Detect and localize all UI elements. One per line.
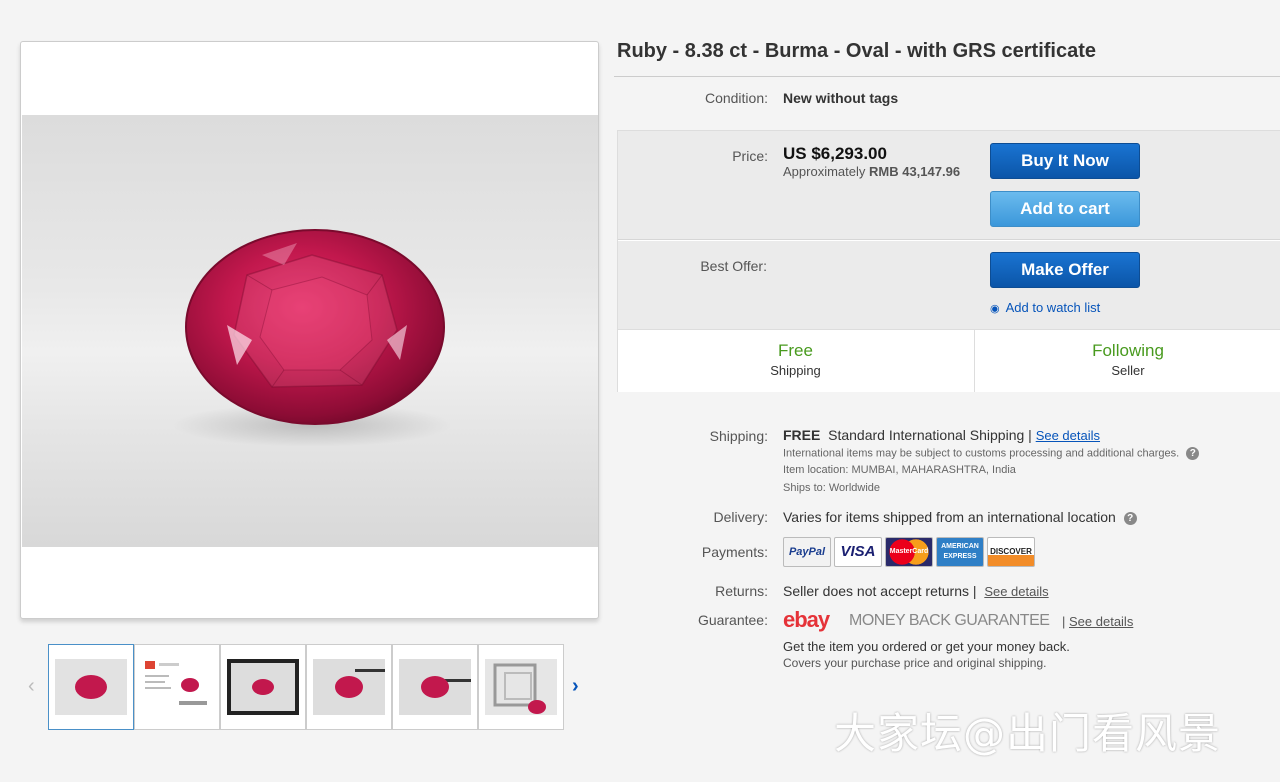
ebay-logo: ebay	[783, 607, 830, 633]
shipping-following-bar: Free Shipping Following Seller	[618, 329, 1280, 392]
following-label: Following	[1092, 341, 1164, 360]
help-icon[interactable]: ?	[1123, 511, 1137, 525]
best-offer-label: Best Offer:	[700, 258, 767, 274]
shipping-free: FREE	[783, 427, 821, 443]
delivery-label: Delivery:	[713, 509, 768, 525]
guarantee-link-row: | See details	[1062, 614, 1134, 629]
ruby-photo[interactable]	[22, 115, 598, 547]
payments-label: Payments:	[701, 544, 768, 560]
money-back-guarantee: MONEY BACK GUARANTEE	[849, 612, 1050, 629]
buy-it-now-button[interactable]: Buy It Now	[990, 143, 1140, 179]
shipping-see-details-link[interactable]: See details	[1036, 428, 1100, 443]
thumbnail-2-certificate[interactable]	[134, 644, 220, 730]
guarantee-line-1: Get the item you ordered or get your mon…	[783, 639, 1070, 654]
guarantee-see-details-link[interactable]: See details	[1069, 614, 1133, 629]
price-value: US $6,293.00	[783, 144, 887, 163]
thumbnail-5[interactable]	[392, 644, 478, 730]
returns-value: Seller does not accept returns |	[783, 583, 977, 599]
seller-sublabel: Seller	[1111, 363, 1145, 378]
thumbnail-prev-arrow-icon[interactable]: ‹	[28, 676, 35, 696]
eye-icon: ◉	[990, 303, 1000, 315]
forum-watermark: 大家坛@出门看风景	[834, 709, 1222, 758]
watch-list-label[interactable]: Add to watch list	[1006, 300, 1101, 315]
discover-logo: DISCOVER	[987, 537, 1035, 567]
guarantee-line-2: Covers your purchase price and original …	[783, 656, 1047, 670]
delivery-value-row: Varies for items shipped from an interna…	[783, 509, 1137, 525]
returns-see-details-link[interactable]: See details	[984, 584, 1048, 599]
shipping-label: Shipping:	[709, 428, 768, 444]
item-title: Ruby - 8.38 ct - Burma - Oval - with GRS…	[617, 40, 1097, 62]
ships-to: Ships to: Worldwide	[783, 482, 881, 494]
delivery-value: Varies for items shipped from an interna…	[783, 509, 1116, 525]
price-label: Price:	[732, 148, 768, 164]
approx-value: RMB 43,147.96	[869, 164, 961, 179]
guarantee-label: Guarantee:	[697, 612, 768, 628]
item-location: Item location: MUMBAI, MAHARASHTRA, Indi…	[783, 464, 1016, 476]
thumbnail-strip	[48, 644, 568, 730]
free-shipping-badge: Free Shipping	[618, 330, 973, 392]
shipping-service: Standard International Shipping |	[828, 427, 1032, 443]
returns-label: Returns:	[715, 583, 768, 599]
watch-list-link[interactable]: ◉ Add to watch list	[990, 300, 1100, 315]
main-image-viewer[interactable]	[20, 41, 599, 619]
following-seller-badge[interactable]: Following Seller	[975, 330, 1280, 392]
panel-divider	[618, 239, 1280, 241]
mastercard-logo: MasterCard	[885, 537, 933, 567]
help-icon[interactable]: ?	[1186, 447, 1200, 460]
free-label: Free	[778, 341, 813, 360]
returns-row: Seller does not accept returns | See det…	[783, 583, 1049, 599]
customs-note: International items may be subject to cu…	[783, 447, 1200, 460]
make-offer-button[interactable]: Make Offer	[990, 252, 1140, 288]
shipping-summary: FREE Standard International Shipping | S…	[783, 427, 1100, 443]
thumbnail-next-arrow-icon[interactable]: ›	[572, 676, 579, 696]
thumbnail-1[interactable]	[48, 644, 134, 730]
ebay-logo-text: ebay	[783, 607, 830, 632]
thumbnail-3[interactable]	[220, 644, 306, 730]
title-divider	[614, 76, 1280, 77]
shipping-sublabel: Shipping	[770, 363, 821, 378]
add-to-cart-button[interactable]: Add to cart	[990, 191, 1140, 227]
thumbnail-6[interactable]	[478, 644, 564, 730]
condition-label: Condition:	[704, 90, 768, 106]
ruby-gem-image	[172, 229, 452, 447]
customs-note-text: International items may be subject to cu…	[783, 447, 1180, 460]
paypal-logo: PayPal	[783, 537, 831, 567]
approx-price: Approximately RMB 43,147.96	[783, 164, 960, 179]
condition-value: New without tags	[783, 90, 899, 106]
amex-logo: AMERICAN EXPRESS	[936, 537, 984, 567]
approx-prefix: Approximately	[783, 164, 866, 179]
thumbnail-4[interactable]	[306, 644, 392, 730]
visa-logo: VISA	[834, 537, 882, 567]
